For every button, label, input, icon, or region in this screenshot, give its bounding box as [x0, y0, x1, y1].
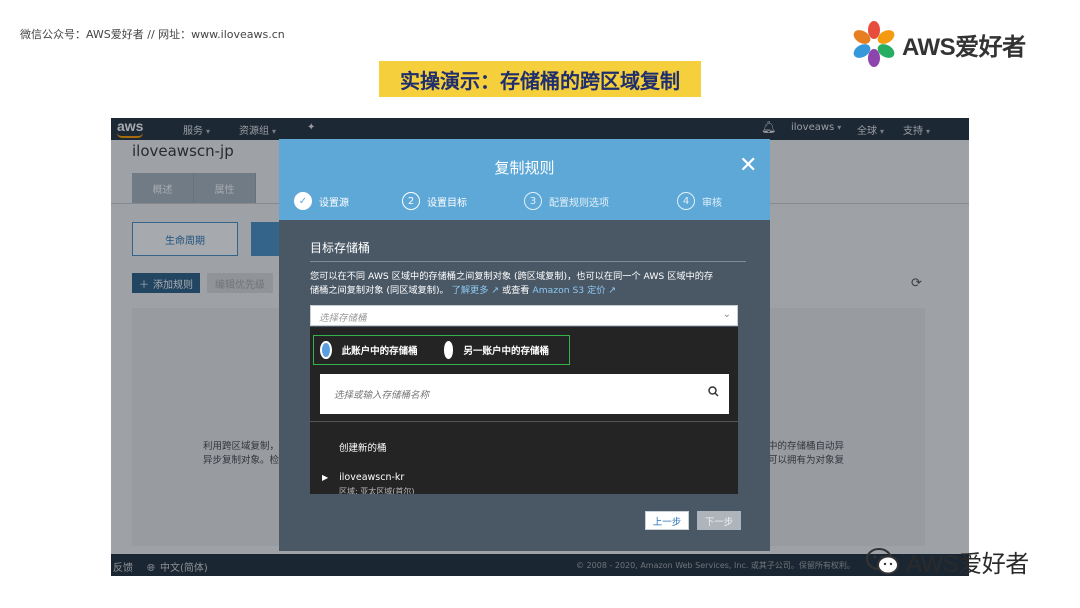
- external-link-icon: ↗: [491, 285, 500, 296]
- brand-logo: AWS爱好者: [850, 20, 1026, 68]
- dropdown-divider: [310, 421, 738, 422]
- next-button[interactable]: 下一步: [697, 511, 741, 530]
- step-label: 审核: [702, 197, 722, 209]
- help-line-2: 储桶之间复制对象 (同区域复制)。 了解更多 ↗ 或查看 Amazon S3 定…: [310, 284, 750, 298]
- select-placeholder: 选择存储桶: [319, 313, 367, 324]
- or-view-text: 或查看: [501, 285, 530, 296]
- modal-header: 复制规则 ✕ ✓ 设置源 2 设置目标 3 配置规则选项 4 审核: [279, 139, 770, 220]
- radio-this-account[interactable]: [320, 341, 332, 359]
- chevron-down-icon: ⌄: [722, 309, 731, 320]
- bucket-option[interactable]: ▶ iloveawscn-kr: [322, 472, 404, 483]
- step-set-destination[interactable]: 2 设置目标: [402, 192, 467, 210]
- bucket-dropdown-menu: 此账户中的存储桶 另一账户中的存储桶 选择或输入存储桶名称 创建新的桶 ▶ il…: [310, 327, 738, 494]
- replication-rule-modal: 复制规则 ✕ ✓ 设置源 2 设置目标 3 配置规则选项 4 审核 目标存储桶 …: [279, 139, 770, 551]
- wechat-icon: [866, 547, 900, 576]
- step-review[interactable]: 4 审核: [677, 192, 722, 210]
- account-radio-group: 此账户中的存储桶 另一账户中的存储桶: [313, 335, 570, 365]
- step-number: 3: [524, 192, 542, 210]
- brand-name: AWS爱好者: [902, 33, 1026, 61]
- watermark-text: AWS爱好者: [906, 551, 1029, 578]
- learn-more-label: 了解更多: [451, 285, 489, 296]
- step-set-source[interactable]: ✓ 设置源: [294, 192, 349, 210]
- slide-title: 实操演示：存储桶的跨区域复制: [379, 61, 701, 97]
- bucket-search-input[interactable]: 选择或输入存储桶名称: [320, 374, 729, 414]
- step-configure-options[interactable]: 3 配置规则选项: [524, 192, 609, 210]
- check-icon: ✓: [294, 192, 312, 210]
- section-divider: [310, 261, 746, 262]
- step-number: 4: [677, 192, 695, 210]
- modal-title: 复制规则: [494, 159, 555, 177]
- destination-help-text: 您可以在不同 AWS 区域中的存储桶之间复制对象 (跨区域复制)，也可以在同一个…: [310, 270, 750, 298]
- radio-other-account[interactable]: [443, 341, 454, 359]
- search-icon[interactable]: [708, 386, 719, 400]
- bucket-option-name: iloveawscn-kr: [339, 472, 405, 483]
- close-icon[interactable]: ✕: [739, 155, 757, 177]
- slide-header-text: 微信公众号：AWS爱好者 // 网址：www.iloveaws.cn: [20, 28, 285, 41]
- search-placeholder: 选择或输入存储桶名称: [334, 390, 430, 401]
- radio-this-account-label[interactable]: 此账户中的存储桶: [342, 343, 418, 357]
- step-label: 配置规则选项: [549, 197, 609, 209]
- flower-logo-icon: [850, 20, 898, 68]
- watermark: AWS爱好者: [866, 544, 1029, 579]
- caret-right-icon[interactable]: ▶: [322, 473, 328, 482]
- step-label: 设置源: [319, 197, 349, 209]
- step-number: 2: [402, 192, 420, 210]
- destination-bucket-heading: 目标存储桶: [310, 241, 371, 255]
- step-label: 设置目标: [427, 197, 467, 209]
- external-link-icon: ↗: [608, 285, 617, 296]
- pricing-label: Amazon S3 定价: [532, 285, 606, 296]
- radio-other-account-label[interactable]: 另一账户中的存储桶: [463, 343, 549, 357]
- help-line: 储桶之间复制对象 (同区域复制)。: [310, 285, 449, 296]
- previous-button[interactable]: 上一步: [645, 511, 689, 530]
- learn-more-link[interactable]: 了解更多 ↗: [452, 285, 499, 296]
- help-line: 您可以在不同 AWS 区域中的存储桶之间复制对象 (跨区域复制)，也可以在同一个…: [310, 271, 714, 282]
- s3-pricing-link[interactable]: Amazon S3 定价 ↗: [532, 285, 616, 296]
- bucket-select-dropdown[interactable]: 选择存储桶 ⌄: [310, 305, 738, 326]
- bucket-option-region: 区域: 亚太区域(首尔): [339, 487, 415, 494]
- create-new-bucket-option[interactable]: 创建新的桶: [339, 440, 387, 454]
